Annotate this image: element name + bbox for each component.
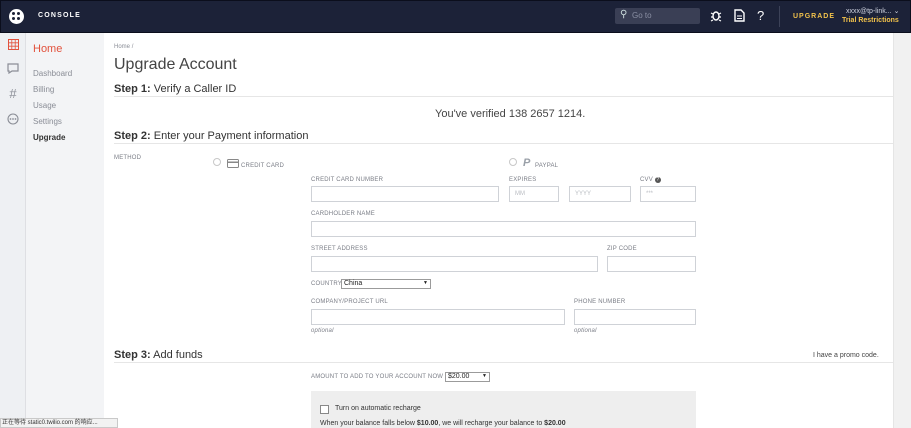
auto-recharge-checkbox[interactable] [320,405,329,414]
page-title: Upgrade Account [114,56,237,73]
divider [114,96,893,97]
search-placeholder: Go to [632,11,652,20]
company-input[interactable] [311,309,565,325]
expires-label: EXPIRES [509,177,537,183]
phone-optional: optional [574,328,597,334]
credit-card-icon [227,159,239,171]
step2-prefix: Step 2: [114,130,151,142]
console-brand[interactable]: CONSOLE [38,12,81,19]
breadcrumb-separator: / [131,44,134,50]
recharge-low: $10.00 [416,420,439,427]
country-value: China [344,280,363,287]
zip-label: ZIP CODE [607,246,637,252]
cvv-label: CVV ? [640,177,661,183]
recharge-mid: , we will recharge your balance to [438,420,543,427]
paypal-label[interactable]: PAYPAL [535,163,558,169]
mm-placeholder: MM [515,191,525,197]
verified-message: You've verified 138 2657 1214. [435,108,586,120]
amount-select[interactable]: $20.00 ▼ [445,372,490,382]
hash-icon[interactable]: # [6,86,20,101]
promo-code-link[interactable]: I have a promo code. [813,352,879,359]
step1-heading: Step 1: Verify a Caller ID [114,83,236,95]
amount-label: AMOUNT TO ADD TO YOUR ACCOUNT NOW [311,374,444,380]
phone-input[interactable] [574,309,696,325]
browser-status-bar: 正在等待 static0.twilio.com 的响应... [0,418,118,428]
info-icon[interactable]: ? [654,177,661,183]
cvv-label-text: CVV [640,177,653,183]
company-optional: optional [311,328,334,334]
step2-heading: Step 2: Enter your Payment information [114,130,308,142]
auto-recharge-label[interactable]: Turn on automatic recharge [335,405,421,412]
street-input[interactable] [311,256,598,272]
amount-value: $20.00 [448,373,470,380]
logo-icon[interactable] [9,9,24,24]
trial-restrictions-link[interactable]: Trial Restrictions [842,17,899,24]
credit-card-label[interactable]: CREDIT CARD [241,163,284,169]
divider [114,143,893,144]
expiry-year-input[interactable]: YYYY [569,186,631,202]
sidebar-item-settings[interactable]: Settings [33,117,62,126]
sidebar-home[interactable]: Home [33,43,62,55]
search-input[interactable]: ⚲ Go to [615,8,700,24]
paypal-radio[interactable] [509,158,517,166]
yyyy-placeholder: YYYY [575,191,592,197]
account-menu[interactable]: xxxx@tp-link... ⌄ [846,7,899,15]
step1-prefix: Step 1: [114,83,151,95]
chevron-down-icon: ⌄ [893,8,900,15]
credit-card-radio[interactable] [213,158,221,166]
search-icon: ⚲ [620,9,628,20]
sidebar-item-usage[interactable]: Usage [33,101,56,110]
breadcrumb-home[interactable]: Home [114,44,130,50]
step1-text: Verify a Caller ID [153,83,237,95]
sidebar-item-dashboard[interactable]: Dashboard [33,69,72,78]
card-number-label: CREDIT CARD NUMBER [311,177,384,183]
bug-icon[interactable] [710,9,722,25]
cvv-placeholder: *** [646,191,654,197]
account-label: xxxx@tp-link... [846,8,892,15]
card-number-input[interactable] [311,186,499,202]
country-select[interactable]: China ▼ [341,279,431,289]
street-label: STREET ADDRESS [311,246,368,252]
top-bar [0,0,911,33]
sidebar-item-upgrade[interactable]: Upgrade [33,133,65,142]
recharge-pre: When your balance falls below [320,420,415,427]
paypal-icon: P [523,157,531,169]
method-label: METHOD [114,155,142,161]
recharge-to: $20.00 [544,420,566,427]
step2-text: Enter your Payment information [153,130,309,142]
sidebar-item-billing[interactable]: Billing [33,85,54,94]
zip-input[interactable] [607,256,696,272]
breadcrumb: Home / [114,44,133,50]
icon-rail: # [0,33,26,428]
caret-down-icon: ▼ [423,280,428,286]
more-icon[interactable] [6,113,20,128]
step3-text: Add funds [153,349,203,361]
country-label: COUNTRY [311,281,342,287]
chat-icon[interactable] [6,63,20,77]
cardholder-input[interactable] [311,221,696,237]
step3-heading: Step 3: Add funds [114,349,203,361]
dashboard-grid-icon[interactable] [6,39,20,53]
help-icon[interactable]: ? [757,8,764,23]
expiry-month-input[interactable]: MM [509,186,559,202]
divider [114,362,893,363]
step3-prefix: Step 3: [114,349,151,361]
scrollbar[interactable] [893,33,911,428]
document-icon[interactable] [734,9,745,25]
upgrade-button[interactable]: UPGRADE [793,13,835,20]
divider [779,6,780,27]
cardholder-label: CARDHOLDER NAME [311,211,376,217]
company-label: COMPANY/PROJECT URL [311,299,388,305]
caret-down-icon: ▼ [482,373,487,379]
cvv-input[interactable]: *** [640,186,696,202]
recharge-description: When your balance falls below $10.00, we… [320,420,566,427]
phone-label: PHONE NUMBER [574,299,626,305]
